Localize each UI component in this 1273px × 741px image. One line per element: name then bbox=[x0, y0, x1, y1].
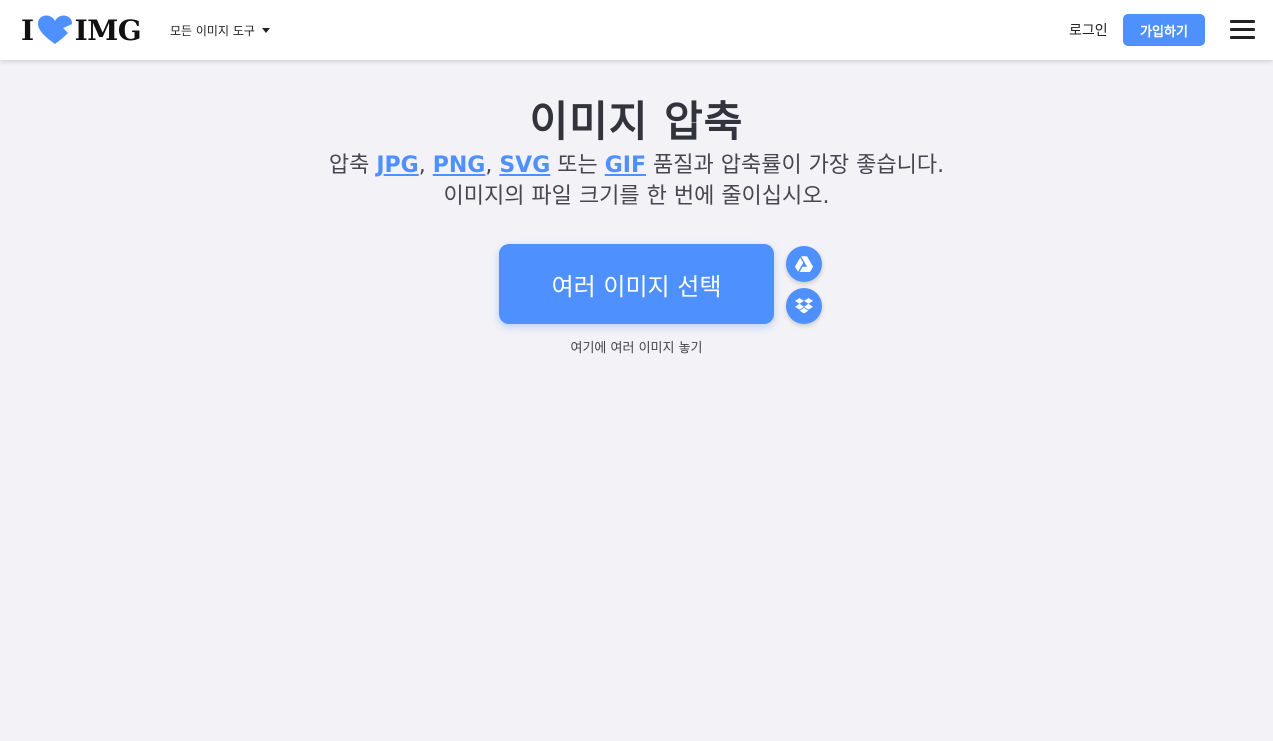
login-link[interactable]: 로그인 bbox=[1069, 20, 1108, 40]
subtitle-line-1: 압축 JPG, PNG, SVG 또는 GIF 품질과 압축률이 가장 좋습니다… bbox=[0, 150, 1273, 181]
subtitle-separator: , bbox=[418, 153, 433, 178]
page-subtitle: 압축 JPG, PNG, SVG 또는 GIF 품질과 압축률이 가장 좋습니다… bbox=[0, 150, 1273, 212]
signup-button[interactable]: 가입하기 bbox=[1123, 14, 1205, 46]
select-images-button[interactable]: 여러 이미지 선택 bbox=[499, 244, 774, 324]
subtitle-lead: 압축 bbox=[328, 153, 377, 178]
chevron-down-icon bbox=[261, 27, 270, 33]
dropbox-button[interactable] bbox=[786, 288, 822, 324]
menu-icon[interactable] bbox=[1230, 19, 1255, 41]
format-link-svg[interactable]: SVG bbox=[499, 153, 550, 178]
menu-icon-bar bbox=[1230, 28, 1255, 31]
all-tools-menu[interactable]: 모든 이미지 도구 bbox=[170, 20, 270, 40]
google-drive-button[interactable] bbox=[786, 246, 822, 282]
subtitle-line-2: 이미지의 파일 크기를 한 번에 줄이십시오. bbox=[443, 184, 830, 209]
menu-icon-bar bbox=[1230, 36, 1255, 39]
google-drive-icon bbox=[795, 256, 814, 272]
format-link-png[interactable]: PNG bbox=[433, 153, 486, 178]
top-header: I IMG 모든 이미지 도구 로그인 가입하기 bbox=[0, 0, 1273, 60]
dropbox-icon bbox=[795, 298, 813, 314]
format-link-gif[interactable]: GIF bbox=[605, 153, 646, 178]
page-title: 이미지 압축 bbox=[529, 97, 744, 146]
subtitle-tail: 품질과 압축률이 가장 좋습니다. bbox=[646, 153, 945, 178]
logo-prefix: I bbox=[21, 13, 34, 47]
logo-suffix: IMG bbox=[74, 13, 142, 47]
menu-icon-bar bbox=[1230, 20, 1255, 23]
drop-hint: 여기에 여러 이미지 놓기 bbox=[570, 341, 703, 356]
subtitle-connector: 또는 bbox=[550, 153, 605, 178]
site-logo[interactable]: I IMG bbox=[21, 13, 142, 47]
format-link-jpg[interactable]: JPG bbox=[376, 153, 418, 178]
heart-icon bbox=[37, 15, 72, 44]
subtitle-separator: , bbox=[485, 153, 500, 178]
all-tools-label: 모든 이미지 도구 bbox=[170, 23, 255, 38]
